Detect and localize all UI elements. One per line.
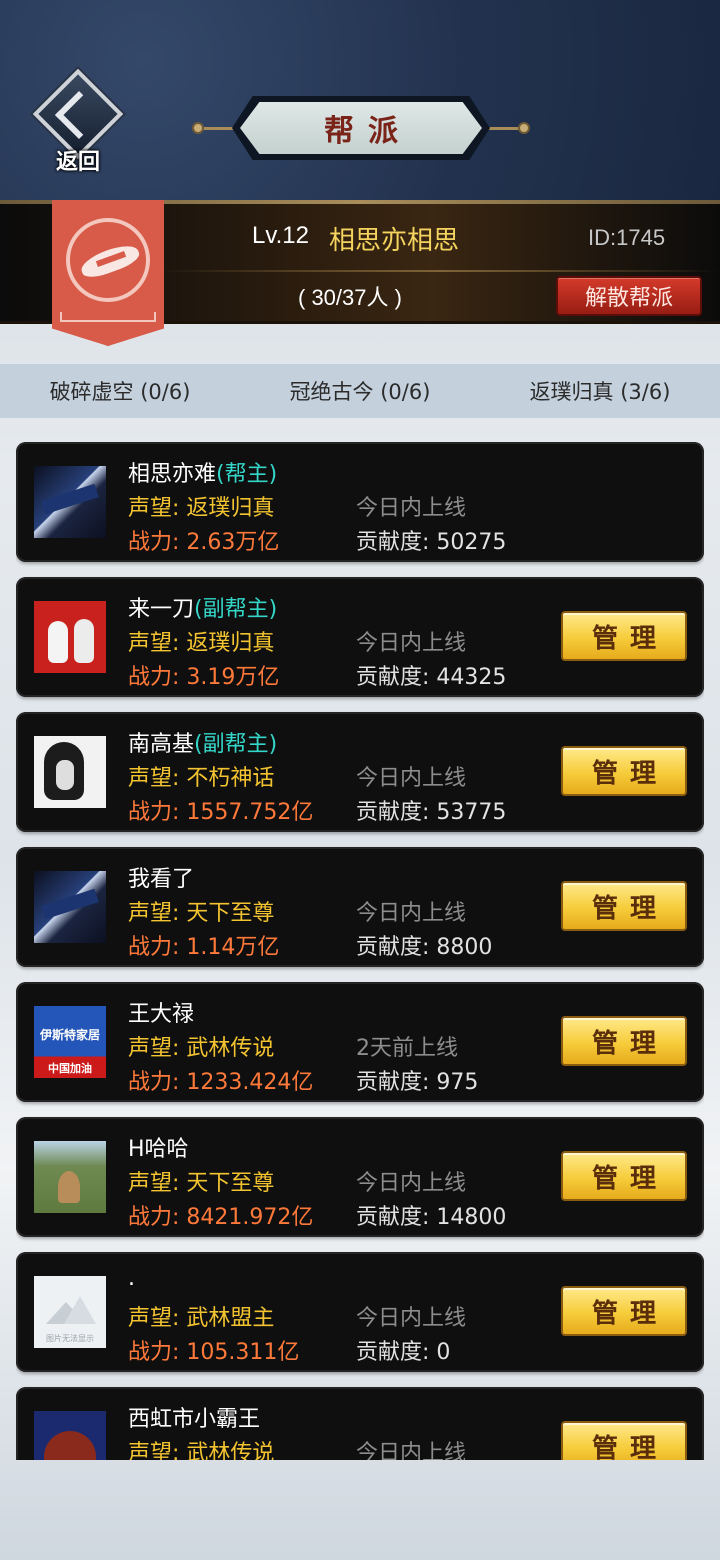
member-reputation: 声望: 返璞归真 xyxy=(128,631,275,656)
member-avatar[interactable] xyxy=(34,466,106,538)
rank-stat: 返璞归真 (3/6) xyxy=(529,380,671,404)
member-card: 西虹市小霸王 声望: 武林传说 今日内上线 管理 xyxy=(16,1387,704,1460)
avatar-caption: 图片无法显示 xyxy=(46,1334,94,1343)
ornament-knob xyxy=(518,122,530,134)
member-online-status: 今日内上线 xyxy=(356,901,467,926)
back-button[interactable]: 返回 xyxy=(32,68,124,175)
member-power: 战力: 1233.424亿 xyxy=(128,1070,314,1095)
rank-stat: 破碎虚空 (0/6) xyxy=(49,380,191,404)
guild-emblem-icon xyxy=(66,218,150,302)
member-role: (副帮主) xyxy=(194,597,278,622)
member-list[interactable]: 相思亦难(帮主) 声望: 返璞归真 战力: 2.63万亿 今日内上线 贡献度: … xyxy=(16,442,704,1460)
manage-member-button[interactable]: 管理 xyxy=(561,611,687,661)
member-online-status: 今日内上线 xyxy=(356,1441,467,1460)
avatar-text: 中国加油 xyxy=(48,1062,92,1075)
member-online-status: 2天前上线 xyxy=(356,1036,458,1061)
manage-member-button[interactable]: 管理 xyxy=(561,881,687,931)
member-power: 战力: 3.19万亿 xyxy=(128,665,280,690)
member-card: H哈哈 声望: 天下至尊 战力: 8421.972亿 今日内上线 贡献度: 14… xyxy=(16,1117,704,1237)
member-avatar[interactable] xyxy=(34,736,106,808)
member-power: 战力: 105.311亿 xyxy=(128,1340,300,1365)
disband-guild-button[interactable]: 解散帮派 xyxy=(556,276,702,316)
member-contribution: 贡献度: 14800 xyxy=(356,1205,507,1230)
member-name: 王大禄 xyxy=(128,1002,195,1027)
member-reputation: 声望: 武林传说 xyxy=(128,1036,275,1061)
member-reputation: 声望: 天下至尊 xyxy=(128,901,275,926)
page-title: 帮派 xyxy=(324,114,412,149)
member-name: 南高基 xyxy=(128,732,195,757)
guild-name: 相思亦相思 xyxy=(329,226,460,256)
rank-stats-strip: 破碎虚空 (0/6) 冠绝古今 (0/6) 返璞归真 (3/6) xyxy=(0,364,720,418)
member-online-status: 今日内上线 xyxy=(356,1171,467,1196)
page-title-plaque: 帮派 xyxy=(192,96,530,160)
ornament-knob xyxy=(192,122,204,134)
member-contribution: 贡献度: 44325 xyxy=(356,665,507,690)
member-contribution: 贡献度: 8800 xyxy=(356,935,493,960)
guild-member-count: ( 30/37人 ) xyxy=(298,285,402,310)
member-role: (副帮主) xyxy=(194,732,278,757)
member-online-status: 今日内上线 xyxy=(356,631,467,656)
member-reputation: 声望: 返璞归真 xyxy=(128,496,275,521)
member-online-status: 今日内上线 xyxy=(356,766,467,791)
member-name: 相思亦难 xyxy=(128,462,217,487)
member-contribution: 贡献度: 50275 xyxy=(356,530,507,555)
member-avatar[interactable] xyxy=(34,601,106,673)
top-header: 返回 帮派 xyxy=(0,0,720,204)
manage-member-button[interactable]: 管理 xyxy=(561,1286,687,1336)
member-card: 来一刀(副帮主) 声望: 返璞归真 战力: 3.19万亿 今日内上线 贡献度: … xyxy=(16,577,704,697)
member-card: 相思亦难(帮主) 声望: 返璞归真 战力: 2.63万亿 今日内上线 贡献度: … xyxy=(16,442,704,562)
member-card: 图片无法显示 . 声望: 武林盟主 战力: 105.311亿 今日内上线 贡献度… xyxy=(16,1252,704,1372)
member-card: 南高基(副帮主) 声望: 不朽神话 战力: 1557.752亿 今日内上线 贡献… xyxy=(16,712,704,832)
manage-member-button[interactable]: 管理 xyxy=(561,1151,687,1201)
member-reputation: 声望: 天下至尊 xyxy=(128,1171,275,1196)
member-online-status: 今日内上线 xyxy=(356,1306,467,1331)
member-contribution: 贡献度: 975 xyxy=(356,1070,479,1095)
member-avatar[interactable] xyxy=(34,1141,106,1213)
member-name: . xyxy=(128,1266,135,1291)
member-avatar[interactable]: 伊斯特家居 中国加油 xyxy=(34,1006,106,1078)
member-role: (帮主) xyxy=(216,462,278,487)
member-reputation: 声望: 武林盟主 xyxy=(128,1306,275,1331)
member-power: 战力: 1.14万亿 xyxy=(128,935,280,960)
member-reputation: 声望: 武林传说 xyxy=(128,1441,275,1460)
member-contribution: 贡献度: 0 xyxy=(356,1340,451,1365)
guild-level: Lv.12 xyxy=(252,222,309,249)
member-name: 我看了 xyxy=(128,867,195,892)
manage-member-button[interactable]: 管理 xyxy=(561,1421,687,1460)
member-avatar[interactable]: 图片无法显示 xyxy=(34,1276,106,1348)
member-card: 伊斯特家居 中国加油 王大禄 声望: 武林传说 战力: 1233.424亿 2天… xyxy=(16,982,704,1102)
member-name: 来一刀 xyxy=(128,597,195,622)
member-reputation: 声望: 不朽神话 xyxy=(128,766,275,791)
guild-banner xyxy=(52,200,164,346)
member-card: 我看了 声望: 天下至尊 战力: 1.14万亿 今日内上线 贡献度: 8800 … xyxy=(16,847,704,967)
member-online-status: 今日内上线 xyxy=(356,496,467,521)
member-power: 战力: 2.63万亿 xyxy=(128,530,280,555)
guild-id: ID:1745 xyxy=(588,225,666,250)
member-name: H哈哈 xyxy=(128,1137,189,1162)
member-power: 战力: 8421.972亿 xyxy=(128,1205,314,1230)
member-name: 西虹市小霸王 xyxy=(128,1407,261,1432)
avatar-text: 伊斯特家居 xyxy=(39,1028,100,1042)
member-power: 战力: 1557.752亿 xyxy=(128,800,314,825)
member-avatar[interactable] xyxy=(34,871,106,943)
back-label: 返回 xyxy=(55,149,100,175)
member-avatar[interactable] xyxy=(34,1411,106,1460)
member-contribution: 贡献度: 53775 xyxy=(356,800,507,825)
manage-member-button[interactable]: 管理 xyxy=(561,746,687,796)
manage-member-button[interactable]: 管理 xyxy=(561,1016,687,1066)
rank-stat: 冠绝古今 (0/6) xyxy=(289,380,431,404)
